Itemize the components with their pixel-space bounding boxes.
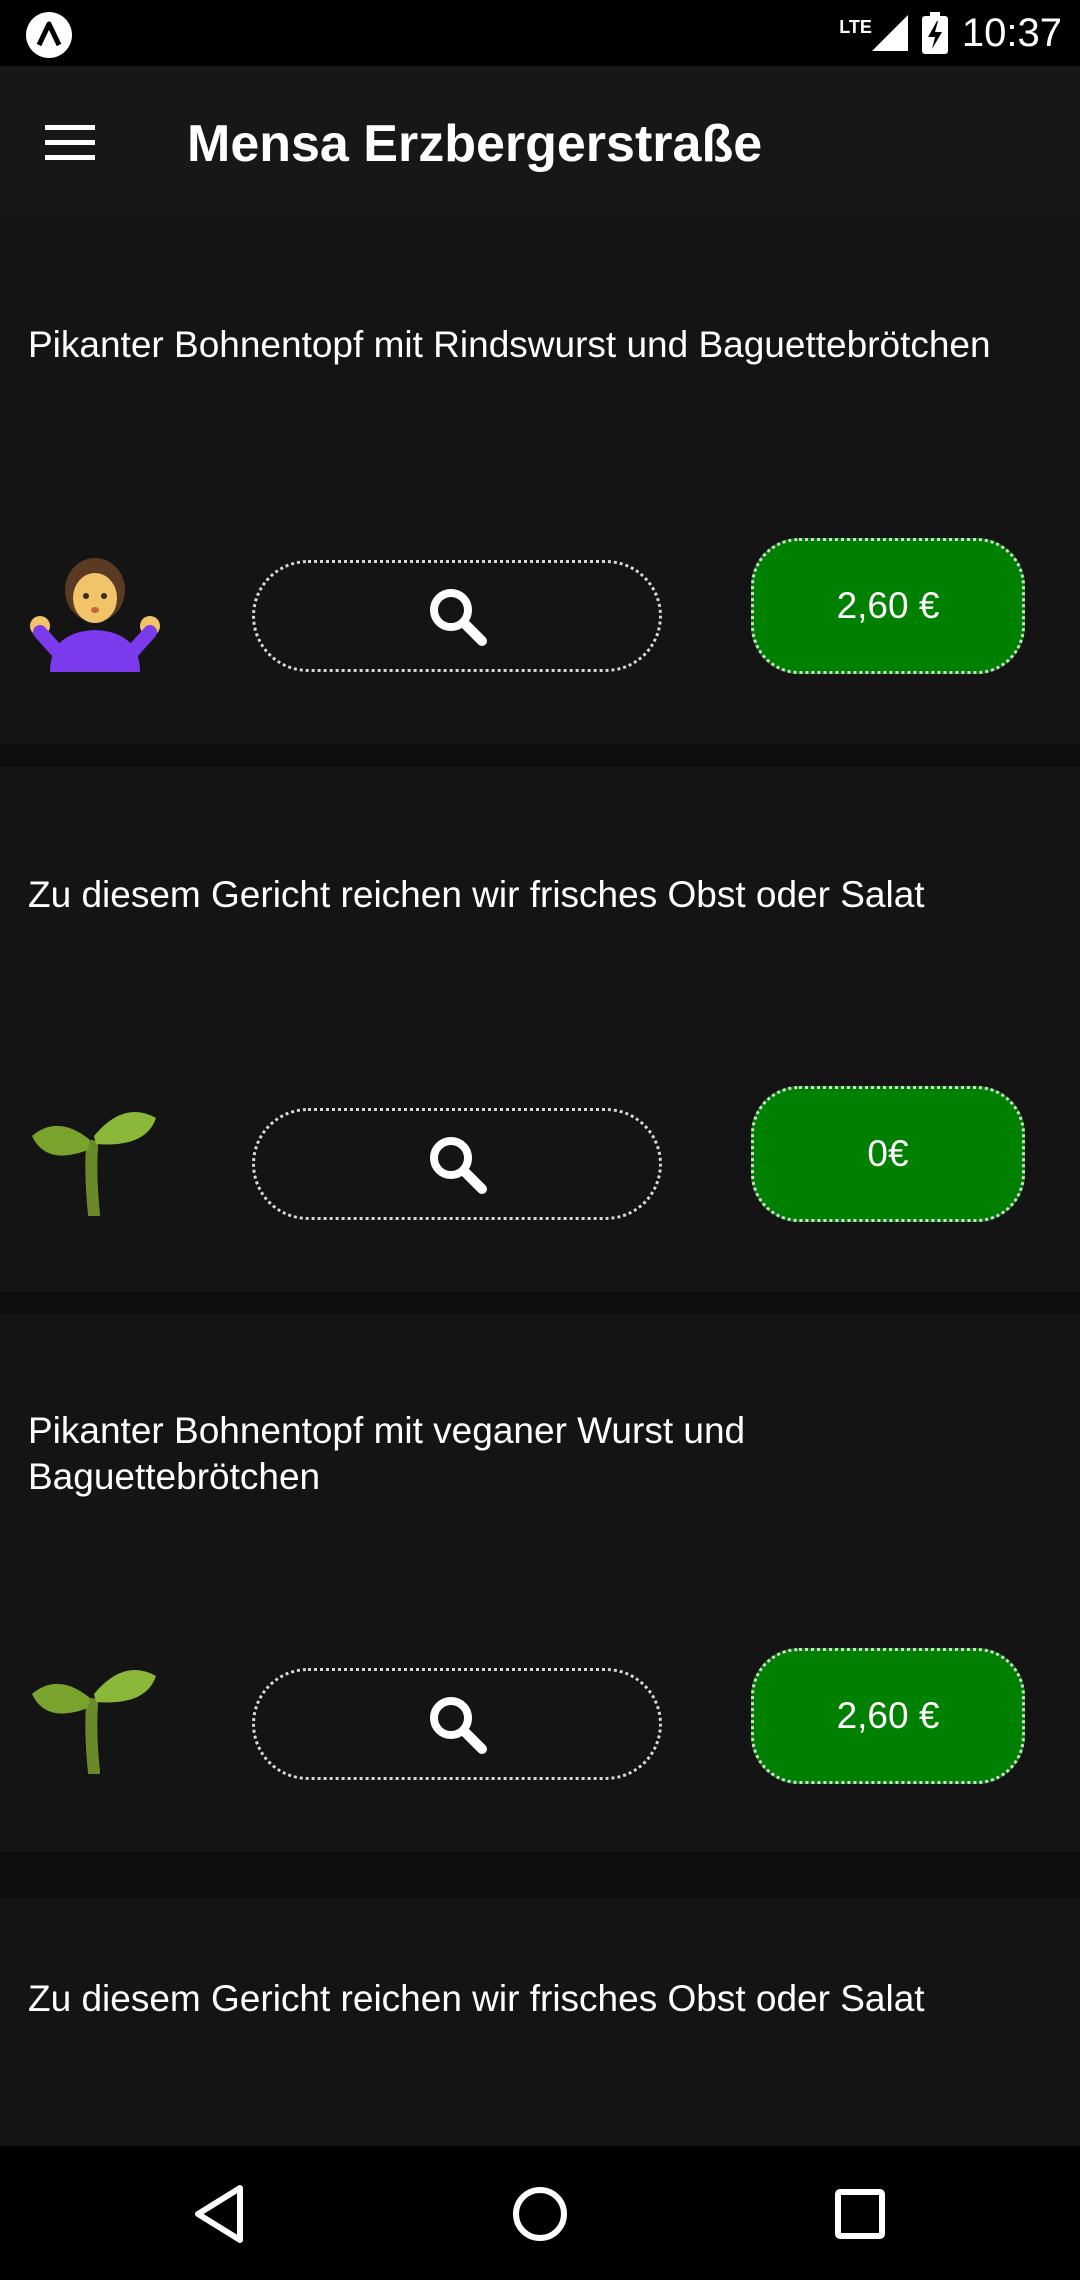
- search-icon: [430, 1137, 487, 1194]
- search-button[interactable]: [252, 1668, 662, 1780]
- meal-list[interactable]: Pikanter Bohnentopf mit Rindswurst und B…: [0, 218, 1080, 2146]
- meal-card: Zu diesem Gericht reichen wir frisches O…: [0, 766, 1080, 1292]
- meal-name: Pikanter Bohnentopf mit veganer Wurst un…: [28, 1410, 746, 1497]
- meal-card: Pikanter Bohnentopf mit Rindswurst und B…: [0, 218, 1080, 743]
- home-icon[interactable]: [508, 2182, 572, 2246]
- battery-charging-icon: [921, 12, 948, 54]
- person-shrugging-icon: [30, 558, 160, 672]
- network-type-label: LTE: [839, 16, 872, 37]
- price-button[interactable]: 0€: [751, 1086, 1025, 1222]
- meal-name: Pikanter Bohnentopf mit Rindswurst und B…: [28, 324, 991, 365]
- search-icon: [430, 589, 487, 646]
- page-title: Mensa Erzbergerstraße: [187, 115, 763, 173]
- search-button[interactable]: [252, 560, 662, 672]
- app-notification-icon: [26, 12, 72, 58]
- signal-icon: [871, 15, 908, 51]
- back-icon[interactable]: [188, 2182, 252, 2246]
- recents-icon[interactable]: [828, 2182, 892, 2246]
- seedling-icon: [32, 1670, 156, 1774]
- meal-card: Zu diesem Gericht reichen wir frisches O…: [0, 1898, 1080, 2146]
- meal-card: Pikanter Bohnentopf mit veganer Wurst un…: [0, 1314, 1080, 1852]
- hamburger-menu-icon[interactable]: [42, 122, 100, 164]
- system-navigation-bar: [0, 2146, 1080, 2280]
- search-icon: [430, 1697, 487, 1754]
- price-button[interactable]: 2,60 €: [751, 538, 1025, 674]
- meal-name: Zu diesem Gericht reichen wir frisches O…: [28, 1978, 925, 2019]
- seedling-icon: [32, 1112, 156, 1216]
- search-button[interactable]: [252, 1108, 662, 1220]
- price-button[interactable]: 2,60 €: [751, 1648, 1025, 1784]
- status-bar: LTE 10:37: [0, 0, 1080, 66]
- clock: 10:37: [961, 10, 1062, 55]
- app-bar: Mensa Erzbergerstraße: [0, 66, 1080, 218]
- meal-name: Zu diesem Gericht reichen wir frisches O…: [28, 874, 925, 915]
